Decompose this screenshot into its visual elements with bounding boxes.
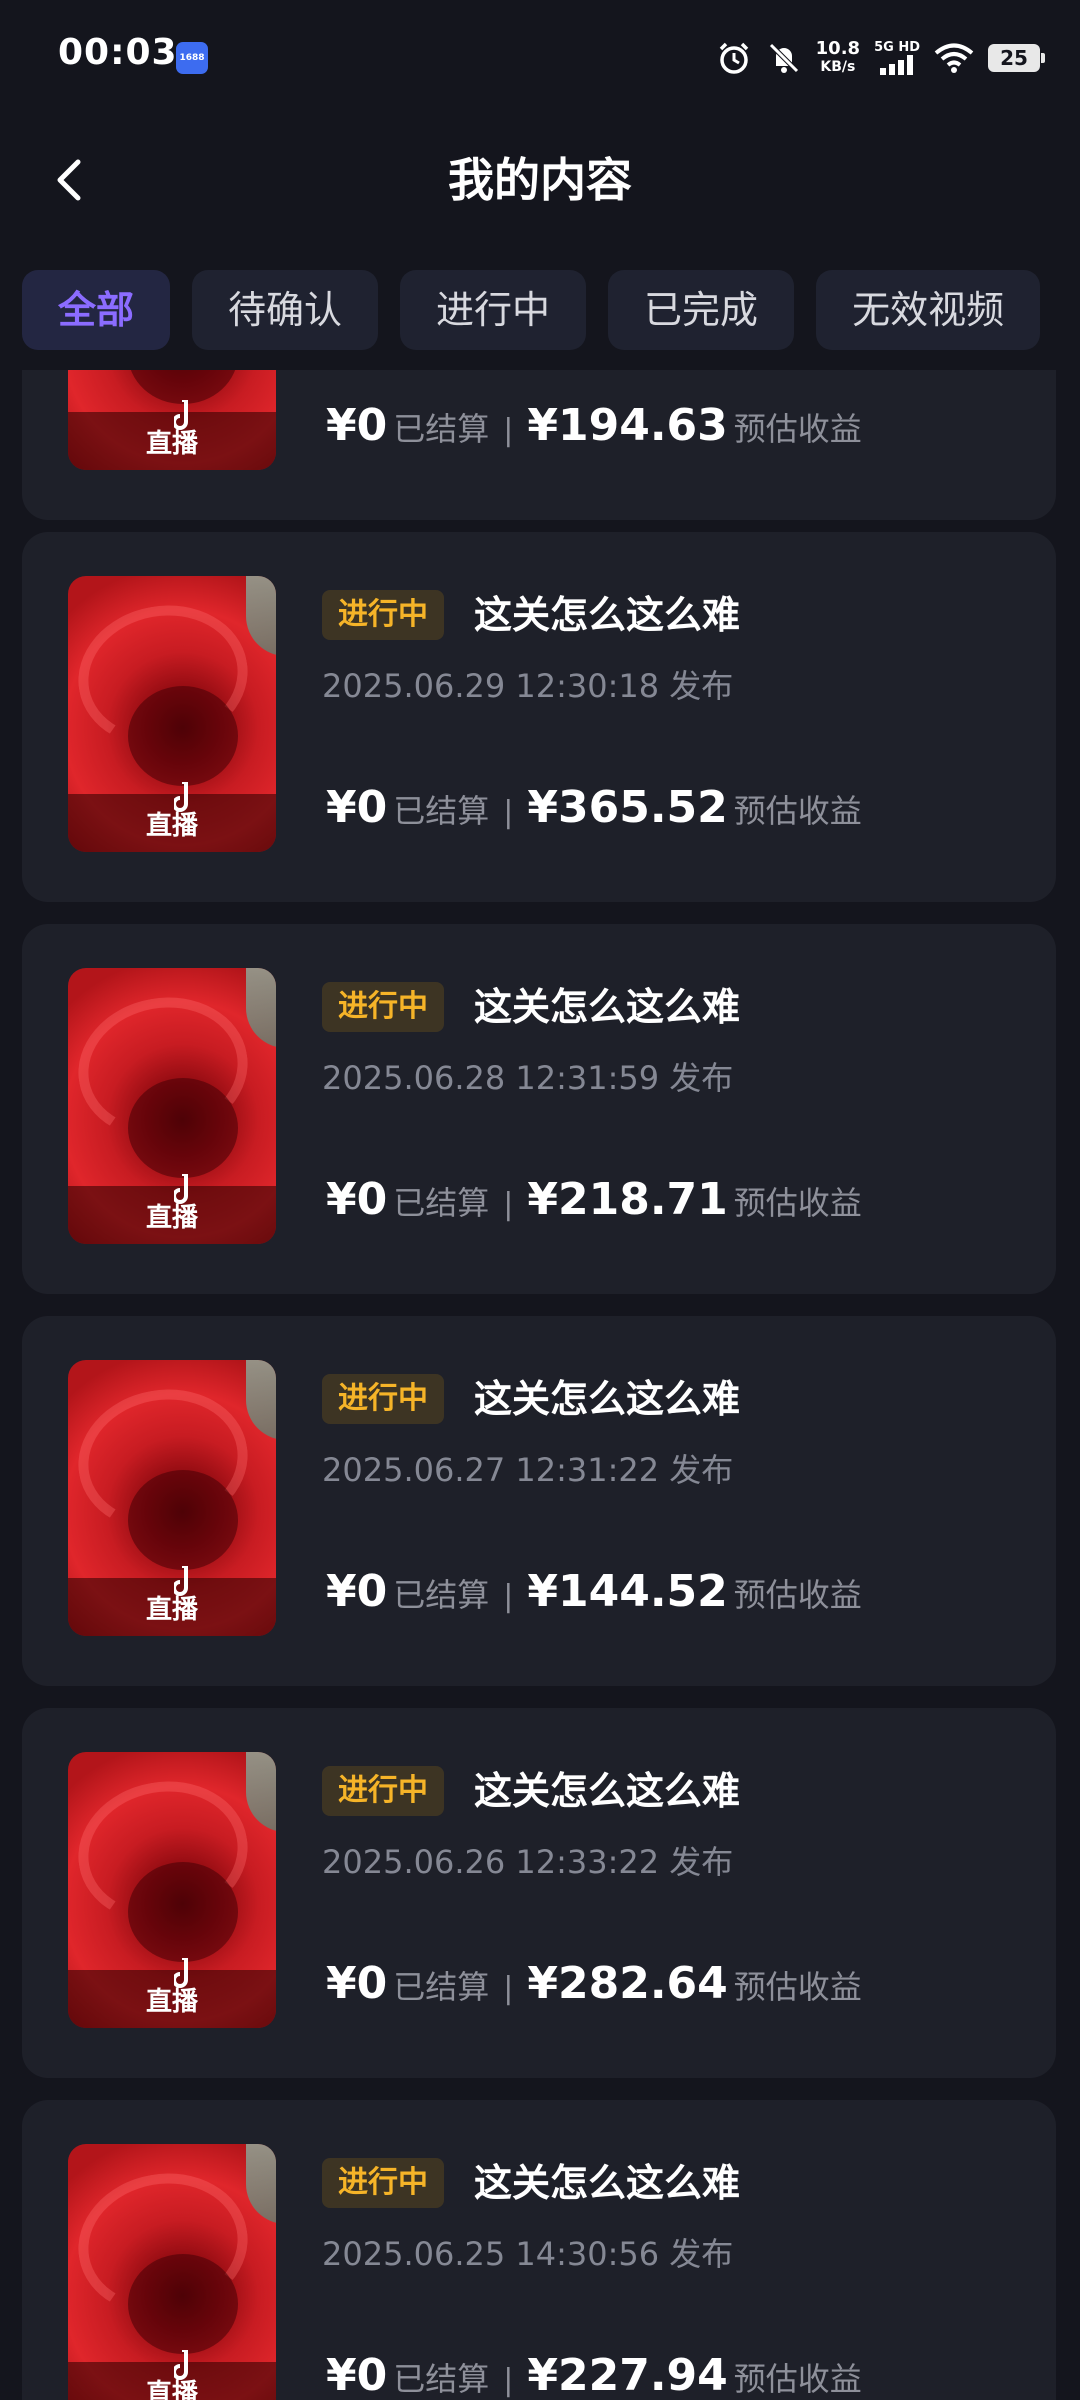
earnings-divider: | [503,2363,514,2398]
earnings-divider: | [503,795,514,830]
video-thumbnail: 直播 [68,2144,276,2400]
estimated-label: 预估收益 [733,792,862,830]
settled-amount: ¥0 [326,1174,388,1225]
video-thumbnail: 直播 [68,968,276,1244]
estimated-label: 预估收益 [733,1576,862,1614]
estimated-label: 预估收益 [733,1184,862,1222]
estimated-amount: ¥365.52 [527,782,728,833]
earnings-divider: | [503,1579,514,1614]
live-label: 直播 [145,1203,198,1233]
content-list: 直播 ¥0 已结算 | ¥194.63 预估收益 直播 进行中 这关怎么这么难 … [0,370,1080,2400]
publish-date: 2025.06.29 12:30:18 发布 [322,667,734,705]
battery-icon: 25 [988,44,1045,72]
settled-label: 已结算 [393,1184,490,1222]
publish-date: 2025.06.25 14:30:56 发布 [322,2235,734,2273]
publish-date: 2025.06.27 12:31:22 发布 [322,1451,734,1489]
mute-bell-icon [768,43,799,73]
content-card[interactable]: 直播 进行中 这关怎么这么难 2025.06.26 12:33:22 发布 ¥0… [22,1708,1056,2078]
net-speed: 10.8 KB/s [816,40,860,76]
video-thumbnail: 直播 [68,370,276,470]
publish-date: 2025.06.28 12:31:59 发布 [322,1059,734,1097]
video-thumbnail: 直播 [68,1752,276,2028]
video-title: 这关怎么这么难 [474,1769,741,1813]
live-label: 直播 [145,429,198,459]
earnings-row: ¥0 已结算 | ¥227.94 预估收益 [326,2350,862,2400]
video-title: 这关怎么这么难 [474,593,741,637]
alarm-icon [719,42,748,74]
signal-bars-icon [880,55,914,75]
settled-label: 已结算 [393,410,490,448]
earnings-row: ¥0 已结算 | ¥282.64 预估收益 [326,1958,862,2018]
settled-label: 已结算 [393,1968,490,2006]
net-speed-unit: KB/s [820,59,856,75]
settled-amount: ¥0 [326,1566,388,1617]
settled-label: 已结算 [393,2360,490,2398]
video-title: 这关怎么这么难 [474,2161,741,2205]
settled-amount: ¥0 [326,2350,388,2400]
tab-all[interactable]: 全部 [22,270,171,350]
video-title: 这关怎么这么难 [474,1377,741,1421]
publish-date: 2025.06.26 12:33:22 发布 [322,1843,734,1881]
status-bar: 00:03 1688 10.8 KB/s 5G HD 25 [0,0,1080,110]
estimated-amount: ¥227.94 [527,2350,728,2400]
tab-pending-confirm[interactable]: 待确认 [192,270,379,350]
net-speed-value: 10.8 [815,38,861,59]
status-badge: 进行中 [322,590,444,640]
earnings-row: ¥0 已结算 | ¥194.63 预估收益 [326,400,862,460]
earnings-divider: | [503,1187,514,1222]
live-label: 直播 [145,811,198,841]
video-thumbnail: 直播 [68,1360,276,1636]
status-badge: 进行中 [322,982,444,1032]
video-title: 这关怎么这么难 [474,985,741,1029]
earnings-row: ¥0 已结算 | ¥365.52 预估收益 [326,782,862,842]
content-card[interactable]: 直播 ¥0 已结算 | ¥194.63 预估收益 [22,370,1056,520]
app-notification-icon: 1688 [176,42,208,74]
earnings-divider: | [503,413,514,448]
status-badge: 进行中 [322,1766,444,1816]
settled-amount: ¥0 [326,1958,388,2009]
live-label: 直播 [145,2379,198,2400]
settled-label: 已结算 [393,1576,490,1614]
status-badge: 进行中 [322,2158,444,2208]
tab-in-progress[interactable]: 进行中 [400,270,587,350]
estimated-amount: ¥194.63 [527,400,728,451]
live-label: 直播 [145,1987,198,2017]
page-title: 我的内容 [448,153,632,207]
status-icons: 10.8 KB/s 5G HD 25 [716,34,1045,82]
earnings-row: ¥0 已结算 | ¥218.71 预估收益 [326,1174,862,1234]
content-card[interactable]: 直播 进行中 这关怎么这么难 2025.06.29 12:30:18 发布 ¥0… [22,532,1056,902]
earnings-divider: | [503,1971,514,2006]
settled-amount: ¥0 [326,782,388,833]
settled-amount: ¥0 [326,400,388,451]
tab-invalid-videos[interactable]: 无效视频 [816,270,1041,350]
content-card[interactable]: 直播 进行中 这关怎么这么难 2025.06.27 12:31:22 发布 ¥0… [22,1316,1056,1686]
estimated-label: 预估收益 [733,410,862,448]
network-type-label: 5G HD [874,40,920,55]
filter-tabs: 全部 待确认 进行中 已完成 无效视频 [22,270,1041,350]
content-card[interactable]: 直播 进行中 这关怎么这么难 2025.06.25 14:30:56 发布 ¥0… [22,2100,1056,2400]
estimated-amount: ¥144.52 [527,1566,728,1617]
estimated-label: 预估收益 [733,2360,862,2398]
tab-completed[interactable]: 已完成 [608,270,795,350]
wifi-icon [934,43,974,73]
estimated-label: 预估收益 [733,1968,862,2006]
live-label: 直播 [145,1595,198,1625]
cell-signal: 5G HD [874,41,920,75]
settled-label: 已结算 [393,792,490,830]
video-thumbnail: 直播 [68,576,276,852]
back-icon[interactable] [40,150,100,210]
estimated-amount: ¥218.71 [527,1174,728,1225]
estimated-amount: ¥282.64 [527,1958,728,2009]
content-card[interactable]: 直播 进行中 这关怎么这么难 2025.06.28 12:31:59 发布 ¥0… [22,924,1056,1294]
clock: 00:03 [58,32,178,73]
status-badge: 进行中 [322,1374,444,1424]
earnings-row: ¥0 已结算 | ¥144.52 预估收益 [326,1566,862,1626]
